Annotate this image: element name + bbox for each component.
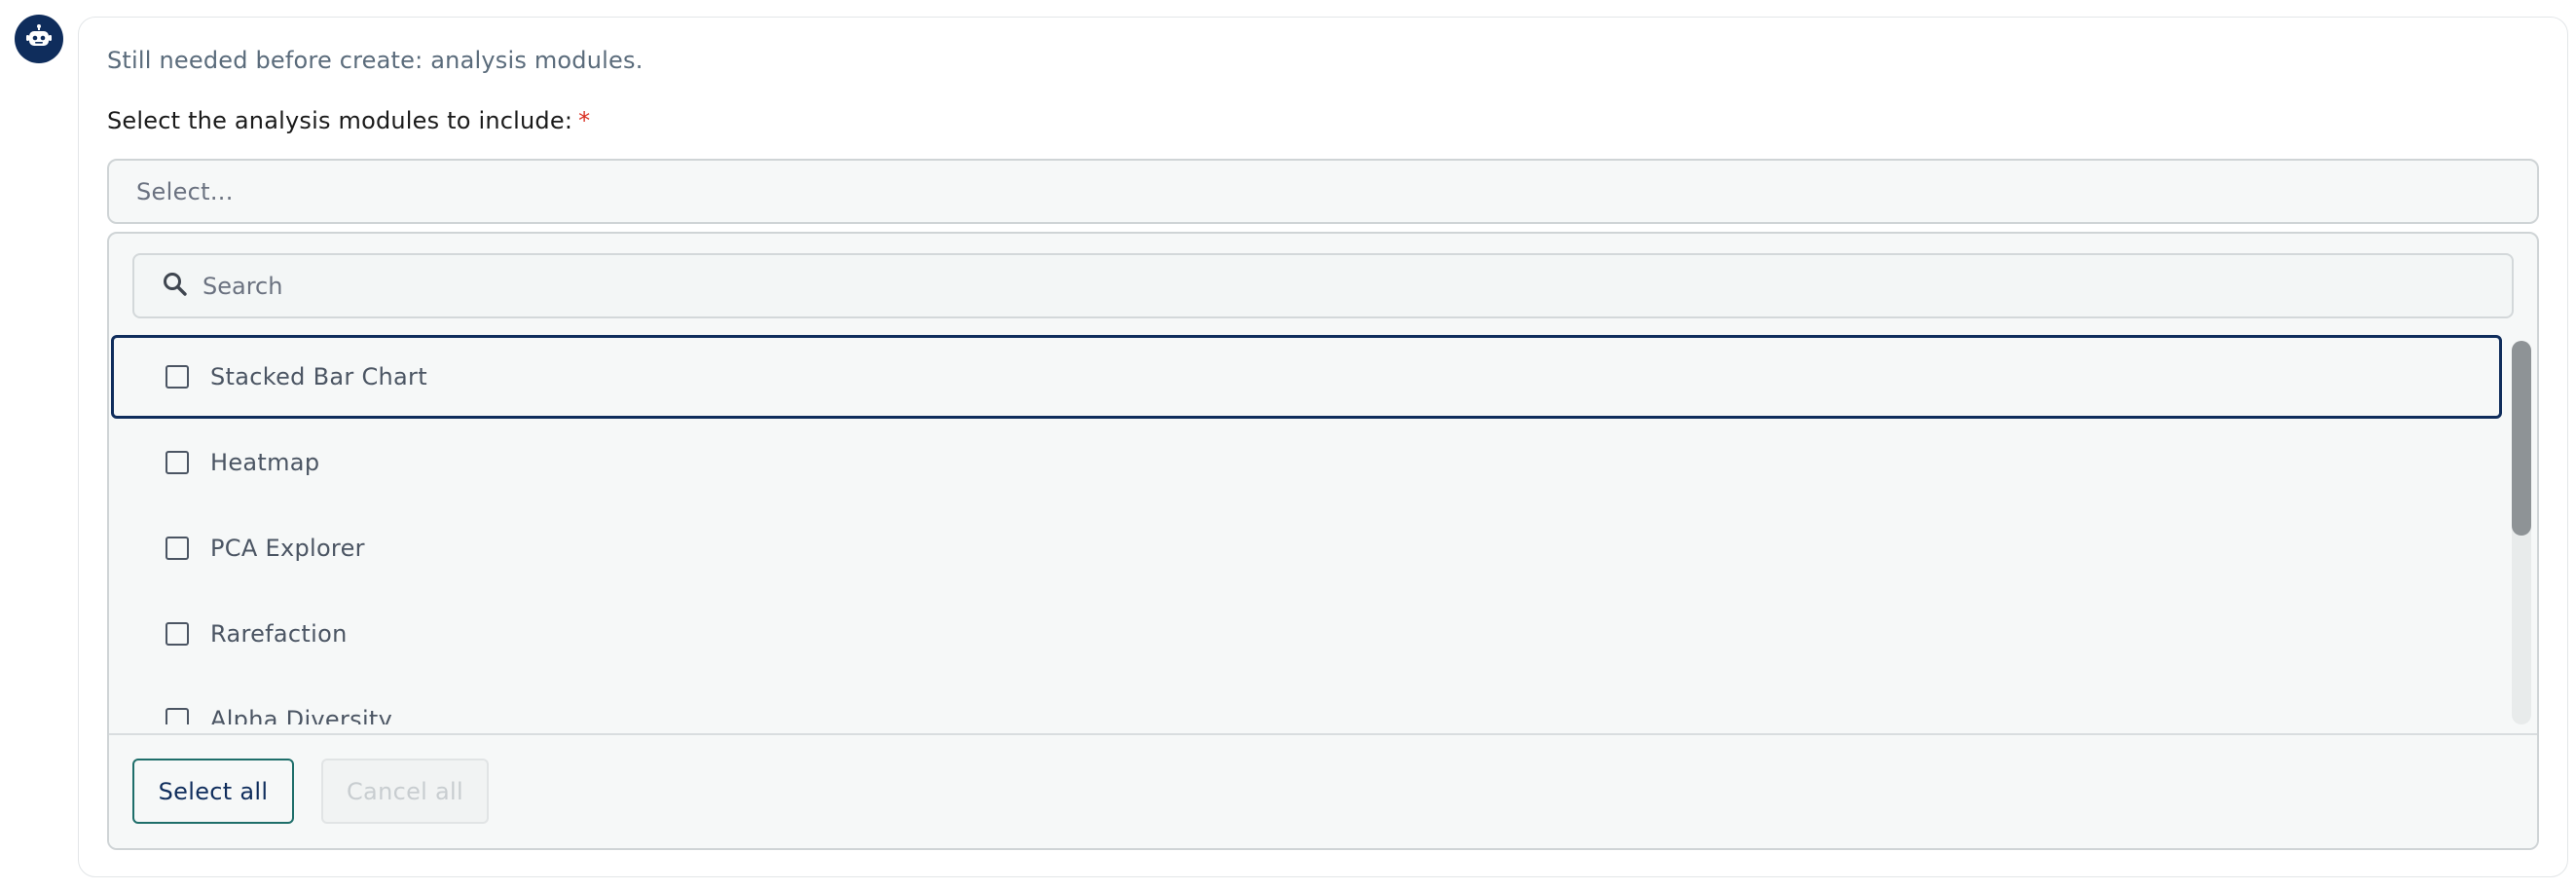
select-placeholder: Select... xyxy=(136,177,234,205)
option-label: PCA Explorer xyxy=(210,535,365,562)
option-label: Stacked Bar Chart xyxy=(210,363,427,390)
cancel-all-button[interactable]: Cancel all xyxy=(321,759,489,824)
option-alpha-diversity[interactable]: Alpha Diversity xyxy=(111,678,2502,724)
scrollbar-thumb[interactable] xyxy=(2512,341,2531,536)
modules-select[interactable]: Select... xyxy=(107,159,2539,224)
option-label: Heatmap xyxy=(210,449,320,476)
status-message: Still needed before create: analysis mod… xyxy=(107,47,644,74)
field-label-text: Select the analysis modules to include: xyxy=(107,107,573,134)
option-rarefaction[interactable]: Rarefaction xyxy=(111,592,2502,676)
robot-icon xyxy=(26,24,52,54)
search-icon xyxy=(162,271,189,302)
option-label: Rarefaction xyxy=(210,620,348,648)
checkbox[interactable] xyxy=(166,451,189,474)
options-list: Stacked Bar Chart Heatmap PCA Explorer R… xyxy=(109,335,2504,724)
search-input[interactable] xyxy=(202,272,2442,300)
assistant-avatar xyxy=(15,15,63,63)
scrollbar[interactable] xyxy=(2512,341,2531,724)
checkbox[interactable] xyxy=(166,622,189,646)
option-pca-explorer[interactable]: PCA Explorer xyxy=(111,506,2502,590)
modules-dropdown-panel: Stacked Bar Chart Heatmap PCA Explorer R… xyxy=(107,232,2539,850)
checkbox[interactable] xyxy=(166,708,189,724)
option-stacked-bar-chart[interactable]: Stacked Bar Chart xyxy=(111,335,2502,419)
checkbox[interactable] xyxy=(166,537,189,560)
dropdown-search[interactable] xyxy=(132,253,2514,318)
option-heatmap[interactable]: Heatmap xyxy=(111,421,2502,504)
dropdown-footer: Select all Cancel all xyxy=(109,733,2537,848)
select-all-button[interactable]: Select all xyxy=(132,759,294,824)
modules-field-label: Select the analysis modules to include: * xyxy=(107,107,590,134)
required-marker: * xyxy=(578,107,591,134)
checkbox[interactable] xyxy=(166,365,189,389)
option-label: Alpha Diversity xyxy=(210,706,393,724)
